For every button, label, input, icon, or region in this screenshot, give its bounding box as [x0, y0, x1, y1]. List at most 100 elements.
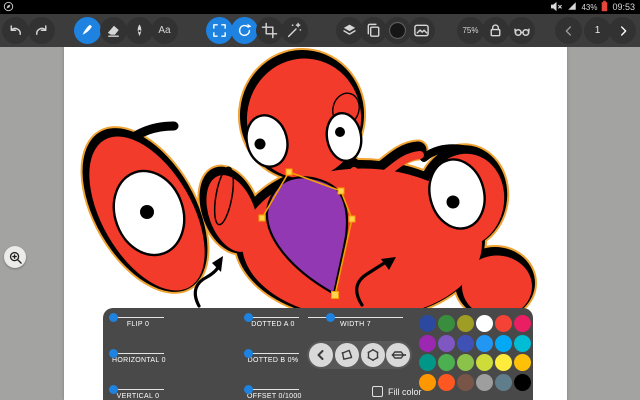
palette-color[interactable] — [457, 354, 474, 371]
muted-speaker-icon — [550, 1, 563, 14]
redo-button[interactable] — [28, 17, 55, 44]
palette-color[interactable] — [476, 374, 493, 391]
back-chevron-button[interactable] — [309, 343, 333, 367]
flat-hexagon-icon — [390, 347, 406, 363]
preview-button[interactable] — [508, 17, 535, 44]
horizontal-slider[interactable]: HORIZONTAL 0 — [112, 353, 164, 364]
palette-color[interactable] — [495, 315, 512, 332]
clock: 09:53 — [612, 2, 635, 12]
slider-track[interactable] — [247, 389, 299, 390]
dotted-a-slider[interactable]: DOTTED A 0 — [247, 317, 299, 328]
battery-percent: 43% — [581, 3, 597, 12]
palette-color[interactable] — [457, 374, 474, 391]
crop-icon — [261, 22, 278, 39]
selection-node[interactable] — [338, 188, 344, 194]
zoom-button[interactable] — [4, 246, 26, 268]
slider-label: DOTTED A 0 — [247, 321, 299, 328]
chevron-left-icon — [561, 23, 577, 39]
undo-button[interactable] — [2, 17, 29, 44]
width-slider[interactable]: WIDTH 7 — [308, 317, 403, 328]
layers-icon — [341, 22, 358, 39]
palette-color[interactable] — [495, 354, 512, 371]
flip-slider[interactable]: FLIP 0 — [112, 317, 164, 328]
slider-handle[interactable] — [244, 385, 253, 394]
palette-color[interactable] — [476, 335, 493, 352]
slider-handle[interactable] — [326, 313, 335, 322]
palette-color[interactable] — [438, 354, 455, 371]
flat-hexagon-shape-button[interactable] — [386, 343, 410, 367]
selection-node[interactable] — [259, 215, 265, 221]
left-pupil — [140, 205, 154, 219]
redo-icon — [33, 22, 50, 39]
transform-tool-button[interactable] — [206, 17, 233, 44]
palette-color[interactable] — [514, 354, 531, 371]
selection-node[interactable] — [286, 169, 292, 175]
slider-handle[interactable] — [109, 313, 118, 322]
palette-color[interactable] — [495, 335, 512, 352]
magic-wand-icon — [286, 22, 303, 39]
rotate-tool-button[interactable] — [231, 17, 258, 44]
color-swatch-button[interactable] — [384, 17, 411, 44]
palette-color[interactable] — [476, 315, 493, 332]
palette-color[interactable] — [495, 374, 512, 391]
fill-color-checkbox[interactable] — [372, 386, 383, 397]
pen-tool-button[interactable] — [126, 17, 153, 44]
eraser-tool-button[interactable] — [100, 17, 127, 44]
app-root: { "colors": { "accent_blue": "#1e82e0", … — [0, 0, 640, 400]
layers-button[interactable] — [336, 17, 363, 44]
palette-color[interactable] — [419, 315, 436, 332]
quad-shape-button[interactable] — [335, 343, 359, 367]
palette-color[interactable] — [514, 335, 531, 352]
text-tool-label: Aa — [158, 25, 170, 36]
prev-page-button[interactable] — [555, 17, 582, 44]
palette-color[interactable] — [419, 335, 436, 352]
crop-tool-button[interactable] — [256, 17, 283, 44]
dotted-b-slider[interactable]: DOTTED B 0% — [247, 353, 299, 364]
palette-color[interactable] — [438, 374, 455, 391]
slider-handle[interactable] — [109, 385, 118, 394]
text-tool-button[interactable]: Aa — [151, 17, 178, 44]
slider-track[interactable] — [112, 353, 164, 354]
duplicate-icon — [365, 22, 382, 39]
slider-label: VERTICAL 0 — [112, 393, 164, 400]
slider-track[interactable] — [308, 317, 403, 318]
palette-color[interactable] — [438, 315, 455, 332]
palette-color[interactable] — [419, 354, 436, 371]
lock-button[interactable] — [482, 17, 509, 44]
slider-track[interactable] — [112, 389, 164, 390]
app-notification-icon — [3, 1, 14, 14]
eraser-icon — [105, 22, 122, 39]
palette-color[interactable] — [514, 315, 531, 332]
palette-color[interactable] — [457, 335, 474, 352]
insert-image-icon — [413, 22, 430, 39]
zoom-level-button[interactable]: 75% — [457, 17, 484, 44]
slider-track[interactable] — [112, 317, 164, 318]
slider-track[interactable] — [247, 317, 299, 318]
magic-wand-button[interactable] — [281, 17, 308, 44]
current-color-swatch — [388, 21, 407, 40]
brush-tool-button[interactable] — [74, 17, 101, 44]
palette-color[interactable] — [476, 354, 493, 371]
color-palette — [418, 314, 532, 392]
vertical-slider[interactable]: VERTICAL 0 — [112, 389, 164, 400]
slider-handle[interactable] — [244, 349, 253, 358]
palette-color[interactable] — [514, 374, 531, 391]
selection-node[interactable] — [332, 292, 339, 299]
palette-color[interactable] — [419, 374, 436, 391]
slider-handle[interactable] — [244, 313, 253, 322]
lock-icon — [487, 22, 504, 39]
selection-node[interactable] — [349, 216, 355, 222]
duplicate-button[interactable] — [360, 17, 387, 44]
palette-color[interactable] — [457, 315, 474, 332]
fill-color-label: Fill color — [388, 387, 422, 397]
next-page-button[interactable] — [609, 17, 636, 44]
slider-label: WIDTH 7 — [308, 321, 403, 328]
offset-slider[interactable]: OFFSET 0/1000 — [247, 389, 299, 400]
right-pupil — [447, 196, 460, 209]
slider-track[interactable] — [247, 353, 299, 354]
insert-image-button[interactable] — [408, 17, 435, 44]
polygon-shape-button[interactable] — [361, 343, 385, 367]
page-number-button[interactable]: 1 — [584, 17, 611, 44]
palette-color[interactable] — [438, 335, 455, 352]
slider-handle[interactable] — [109, 349, 118, 358]
